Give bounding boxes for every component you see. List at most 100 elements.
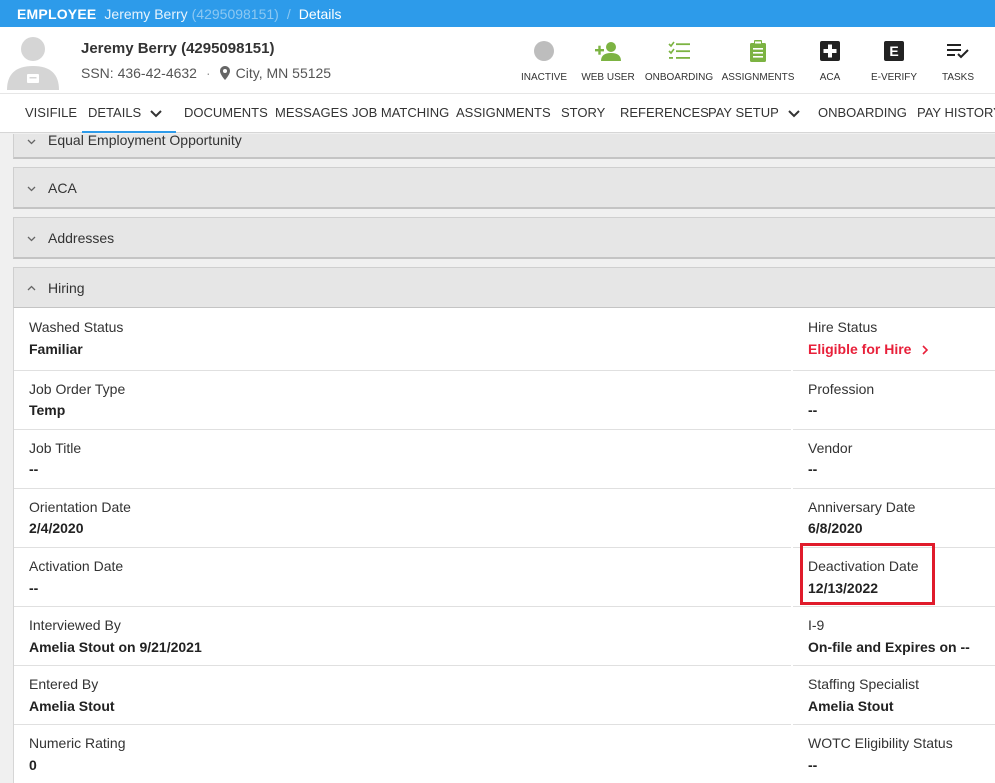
tab-job-matching[interactable]: JOB MATCHING	[352, 94, 449, 133]
employee-meta: SSN: 436-42-4632 · City, MN 55125	[81, 65, 331, 81]
field-label: Numeric Rating	[29, 735, 126, 751]
chevron-down-icon	[788, 109, 800, 117]
web-user-action[interactable]: WEB USER	[568, 37, 648, 83]
field-label: Interviewed By	[29, 617, 121, 633]
field-label: Anniversary Date	[808, 499, 916, 515]
tab-details[interactable]: DETAILS	[81, 94, 177, 133]
chevron-down-icon	[27, 139, 36, 145]
employee-ssn: SSN: 436-42-4632	[81, 65, 197, 81]
field-value: --	[808, 402, 818, 418]
tasks-action[interactable]: TASKS	[918, 37, 995, 83]
breadcrumb-separator: /	[286, 5, 291, 22]
section-eeo[interactable]: Equal Employment Opportunity	[13, 134, 995, 159]
section-title: Equal Employment Opportunity	[48, 134, 242, 148]
field-value: --	[29, 580, 39, 596]
field-hire-status: Hire Status Eligible for Hire	[793, 308, 995, 367]
clipboard-icon	[750, 40, 766, 62]
field-wotc-eligibility-status: WOTC Eligibility Status --	[793, 725, 995, 783]
field-orientation-date: Orientation Date 2/4/2020	[14, 489, 791, 548]
tab-onboarding[interactable]: ONBOARDING	[818, 94, 907, 133]
field-interviewed-by: Interviewed By Amelia Stout on 9/21/2021	[14, 607, 791, 666]
e-verify-icon: E	[884, 41, 904, 61]
tab-pay-setup[interactable]: PAY SETUP	[708, 94, 800, 133]
field-anniversary-date: Anniversary Date 6/8/2020	[793, 489, 995, 548]
details-content: Equal Employment Opportunity ACA Address…	[0, 134, 995, 783]
tab-bar: VISIFILE DETAILS DOCUMENTS MESSAGES JOB …	[0, 93, 995, 133]
field-value: 2/4/2020	[29, 520, 84, 536]
section-title: Hiring	[48, 280, 85, 296]
employee-name: Jeremy Berry (4295098151)	[81, 40, 275, 57]
tab-story[interactable]: STORY	[561, 94, 605, 133]
add-person-icon	[595, 42, 621, 61]
employee-header: Jeremy Berry (4295098151) SSN: 436-42-46…	[0, 27, 995, 93]
tab-pay-history[interactable]: PAY HISTORY	[917, 94, 995, 133]
breadcrumb-section: EMPLOYEE	[17, 5, 97, 22]
field-value: Amelia Stout on 9/21/2021	[29, 639, 202, 655]
tasks-label: TASKS	[941, 72, 975, 83]
field-value: --	[808, 461, 818, 477]
onboarding-label: ONBOARDING	[644, 72, 714, 83]
field-label: Profession	[808, 381, 875, 397]
section-aca[interactable]: ACA	[13, 167, 995, 209]
breadcrumb-employee-name[interactable]: Jeremy Berry	[104, 6, 187, 22]
field-label: Job Title	[29, 440, 82, 456]
field-label: WOTC Eligibility Status	[808, 735, 953, 751]
field-label: Activation Date	[29, 558, 124, 574]
employee-location: City, MN 55125	[235, 65, 332, 81]
tab-visifile[interactable]: VISIFILE	[25, 94, 77, 133]
field-value: Amelia Stout	[808, 698, 894, 714]
chevron-right-icon	[922, 345, 929, 355]
field-job-title: Job Title --	[14, 430, 791, 489]
tasks-icon	[947, 44, 969, 59]
field-value: Eligible for Hire	[808, 341, 912, 357]
field-label: I-9	[808, 617, 825, 633]
field-value: --	[29, 461, 39, 477]
avatar[interactable]	[5, 34, 61, 90]
section-hiring[interactable]: Hiring	[13, 267, 995, 309]
status-circle-icon	[534, 41, 554, 61]
field-washed-status: Washed Status Familiar	[14, 308, 791, 367]
field-value: Familiar	[29, 341, 83, 357]
field-label: Vendor	[808, 440, 853, 456]
chevron-up-icon	[27, 285, 36, 291]
field-value: Amelia Stout	[29, 698, 115, 714]
tab-references[interactable]: REFERENCES	[620, 94, 709, 133]
breadcrumb-page: Details	[298, 5, 342, 22]
field-value: On-file and Expires on --	[808, 639, 970, 655]
field-label: Staffing Specialist	[808, 676, 920, 692]
field-value: --	[808, 757, 818, 773]
section-addresses[interactable]: Addresses	[13, 217, 995, 259]
chevron-down-icon	[150, 109, 162, 117]
section-title: ACA	[48, 180, 77, 196]
location-pin-icon	[219, 66, 230, 80]
hire-status-link[interactable]: Eligible for Hire	[808, 341, 929, 357]
field-label: Entered By	[29, 676, 99, 692]
field-label: Washed Status	[29, 319, 124, 335]
field-activation-date: Activation Date --	[14, 548, 791, 607]
chevron-down-icon	[27, 186, 36, 192]
web-user-label: WEB USER	[581, 72, 635, 83]
field-job-order-type: Job Order Type Temp	[14, 371, 791, 430]
field-value: Temp	[29, 402, 66, 418]
tab-assignments[interactable]: ASSIGNMENTS	[456, 94, 551, 133]
section-title: Addresses	[48, 230, 115, 246]
field-value: 6/8/2020	[808, 520, 863, 536]
field-numeric-rating: Numeric Rating 0	[14, 725, 791, 783]
field-i9: I-9 On-file and Expires on --	[793, 607, 995, 666]
checklist-icon	[668, 41, 690, 59]
deactivation-date-highlight	[800, 543, 935, 605]
field-value: 0	[29, 757, 37, 773]
tab-documents[interactable]: DOCUMENTS	[184, 94, 268, 133]
chevron-down-icon	[27, 236, 36, 242]
onboarding-action[interactable]: ONBOARDING	[639, 37, 719, 83]
tab-details-label: DETAILS	[88, 105, 142, 120]
breadcrumb-bar: EMPLOYEE Jeremy Berry (4295098151) / Det…	[0, 0, 995, 27]
tab-messages[interactable]: MESSAGES	[275, 94, 348, 133]
breadcrumb-employee-id: (4295098151)	[191, 5, 279, 22]
field-label: Hire Status	[808, 319, 878, 335]
field-label: Orientation Date	[29, 499, 131, 515]
assignments-action[interactable]: ASSIGNMENTS	[718, 37, 798, 83]
field-label: Job Order Type	[29, 381, 126, 397]
field-staffing-specialist: Staffing Specialist Amelia Stout	[793, 666, 995, 725]
medical-cross-icon	[820, 41, 840, 61]
